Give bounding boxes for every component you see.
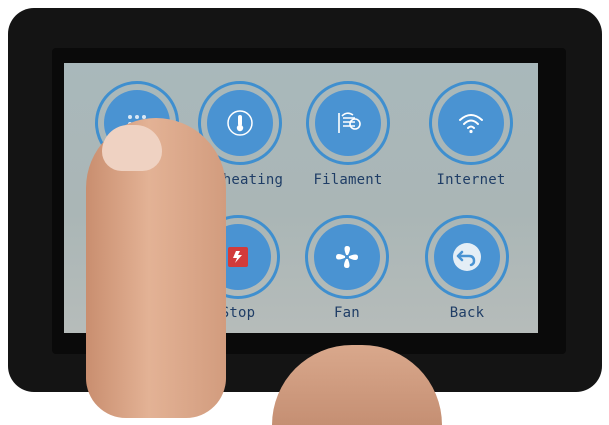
internet-button[interactable] (429, 81, 513, 165)
back-label: Back (449, 305, 485, 321)
fan-label: Fan (334, 305, 360, 321)
filament-label: Filament (313, 172, 383, 188)
fingernail (102, 125, 162, 171)
filament-button[interactable] (306, 81, 390, 165)
back-button[interactable] (425, 215, 509, 299)
fan-icon (336, 246, 358, 268)
internet-label: Internet (436, 172, 506, 188)
fan-button[interactable] (305, 215, 389, 299)
filament-spool-icon (338, 112, 361, 133)
stop-icon (228, 247, 248, 267)
wifi-icon (459, 114, 483, 134)
back-arrow-icon (453, 243, 481, 271)
thermometer-icon (227, 110, 253, 136)
